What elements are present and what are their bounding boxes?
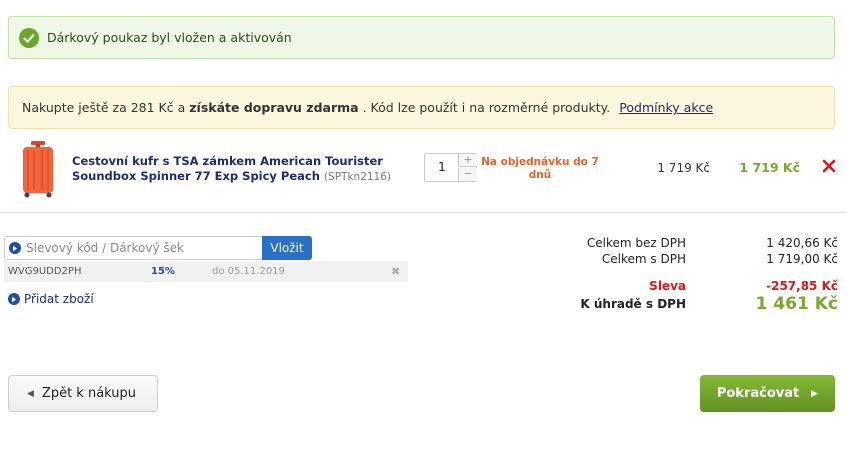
to-pay-row: K úhradě s DPH 1 461 Kč <box>520 294 838 314</box>
terms-link[interactable]: Podmínky akce <box>619 100 713 115</box>
continue-button-label: Pokračovat <box>716 386 800 401</box>
discount-value: -257,85 Kč <box>766 279 838 293</box>
voucher-form: Vložit <box>4 236 312 260</box>
voucher-code-input[interactable] <box>26 241 256 255</box>
applied-voucher-discount: 15% <box>151 266 175 277</box>
to-pay-label: K úhradě s DPH <box>580 297 686 311</box>
applied-voucher-row: WVG9UDD2PH 15% do 05.11.2019 ✖ <box>4 261 408 282</box>
suitcase-image[interactable] <box>18 141 58 198</box>
voucher-input-wrap[interactable] <box>4 236 262 260</box>
net-total-value: 1 420,66 Kč <box>766 236 838 250</box>
shipping-suffix: . Kód lze použít i na rozměrné produkty. <box>362 100 611 115</box>
quantity-value[interactable]: 1 <box>425 154 459 181</box>
add-product-label[interactable]: Přidat zboží <box>24 292 94 306</box>
back-button-label: Zpět k nákupu <box>41 386 137 401</box>
gross-total-row: Celkem s DPH 1 719,00 Kč <box>520 252 838 268</box>
applied-voucher-code: WVG9UDD2PH <box>8 266 82 277</box>
shipping-bold: získáte dopravu zdarma <box>189 100 359 115</box>
to-pay-value: 1 461 Kč <box>755 294 838 314</box>
gross-total-label: Celkem s DPH <box>601 252 686 266</box>
apply-voucher-button[interactable]: Vložit <box>262 236 312 260</box>
decrease-quantity-icon[interactable]: − <box>458 168 477 181</box>
item-total-price: 1 719 Kč <box>739 160 800 175</box>
arrow-left-icon: ◀ <box>27 388 34 399</box>
remove-voucher-icon[interactable]: ✖ <box>391 261 400 282</box>
arrow-right-icon: ▶ <box>811 388 819 399</box>
product-name[interactable]: Cestovní kufr s TSA zámkem American Tour… <box>72 154 402 185</box>
unit-price: 1 719 Kč <box>657 161 710 175</box>
continue-button[interactable]: Pokračovat ▶ <box>700 375 835 412</box>
voucher-activated-alert: Dárkový poukaz byl vložen a aktivován <box>8 16 835 59</box>
quantity-stepper[interactable]: 1 + − <box>424 153 477 182</box>
remove-item-icon[interactable] <box>822 159 836 173</box>
shipping-prefix: Nakupte ještě za 281 Kč a <box>22 100 186 115</box>
free-shipping-alert: Nakupte ještě za 281 Kč a získáte doprav… <box>8 86 835 129</box>
discount-row: Sleva -257,85 Kč <box>520 279 838 295</box>
availability-status: Na objednávku do 7 dnů <box>481 156 599 181</box>
add-product-link[interactable]: Přidat zboží <box>8 292 94 306</box>
product-code: (SPTkn2116) <box>323 171 392 183</box>
chevron-right-icon <box>8 293 20 305</box>
chevron-right-icon <box>9 242 21 254</box>
applied-voucher-validity: do 05.11.2019 <box>212 266 285 277</box>
net-total-label: Celkem bez DPH <box>586 236 686 250</box>
increase-quantity-icon[interactable]: + <box>458 154 477 167</box>
discount-label: Sleva <box>649 279 686 293</box>
alert-success-text: Dárkový poukaz byl vložen a aktivován <box>47 30 292 45</box>
divider <box>0 212 847 213</box>
check-circle-icon <box>19 27 39 48</box>
cart-item-row: Cestovní kufr s TSA zámkem American Tour… <box>0 134 847 212</box>
gross-total-value: 1 719,00 Kč <box>766 252 838 266</box>
back-to-shopping-button[interactable]: ◀ Zpět k nákupu <box>8 375 158 412</box>
net-total-row: Celkem bez DPH 1 420,66 Kč <box>520 236 838 252</box>
